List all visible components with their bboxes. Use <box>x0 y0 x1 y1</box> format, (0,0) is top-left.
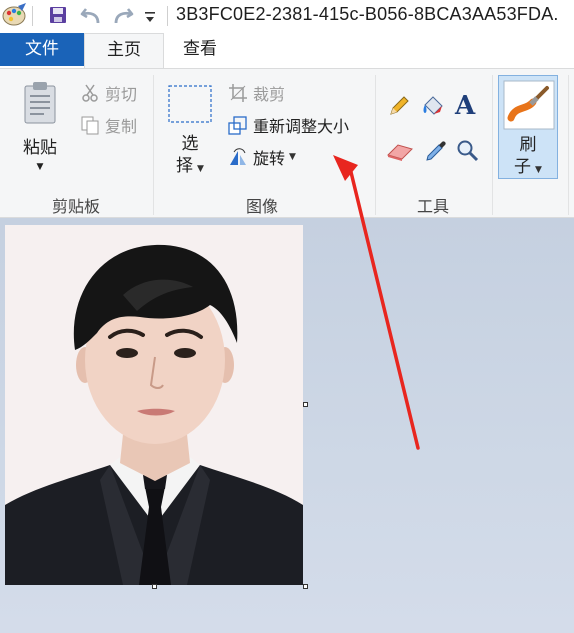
select-label-line1: 选 <box>181 134 199 154</box>
color-picker-icon[interactable] <box>424 139 448 167</box>
ribbon-tab-bar: 文件 主页 查看 <box>0 32 574 68</box>
customize-quick-access-icon[interactable] <box>144 9 156 28</box>
copy-button[interactable]: 复制 <box>80 113 137 137</box>
copy-icon <box>80 115 100 135</box>
brushes-dropdown-icon[interactable]: ▼ <box>535 165 542 175</box>
resize-handle-right[interactable] <box>303 402 308 407</box>
image-group-label: 图像 <box>245 197 278 216</box>
quick-access-separator <box>32 6 33 26</box>
title-bar: 3B3FC0E2-2381-415c-B056-8BCA3AA53FDA. <box>0 0 574 32</box>
tab-file[interactable]: 文件 <box>0 33 84 66</box>
eraser-icon[interactable] <box>386 141 414 167</box>
paste-dropdown-icon[interactable]: ▼ <box>18 162 62 172</box>
select-dropdown-icon[interactable]: ▼ <box>197 164 204 174</box>
tools-group-label: 工具 <box>416 197 449 216</box>
cut-label: 剪切 <box>105 85 138 104</box>
brushes-label-line2: 子 <box>514 157 532 177</box>
pencil-icon[interactable] <box>388 95 410 121</box>
rotate-icon <box>228 147 248 167</box>
clipboard-group-label: 剪贴板 <box>51 197 100 216</box>
redo-icon[interactable] <box>112 5 134 31</box>
tab-view[interactable]: 查看 <box>170 33 230 68</box>
brushes-button[interactable]: 刷 子 ▼ <box>498 75 558 179</box>
scissors-icon <box>80 83 100 103</box>
copy-label: 复制 <box>105 117 138 136</box>
paint-app-icon[interactable] <box>2 2 28 32</box>
brushes-label-line1: 刷 <box>519 135 537 155</box>
portrait-image[interactable] <box>5 225 303 585</box>
magnifier-icon[interactable] <box>456 139 480 167</box>
resize-handle-corner[interactable] <box>303 584 308 589</box>
select-button[interactable]: 选 择 ▼ <box>168 133 212 180</box>
cut-button[interactable]: 剪切 <box>80 81 137 105</box>
crop-icon <box>228 83 248 103</box>
crop-button[interactable]: 裁剪 <box>228 81 285 105</box>
resize-handle-bottom[interactable] <box>152 584 157 589</box>
tab-home[interactable]: 主页 <box>84 33 164 68</box>
select-rectangle-icon[interactable] <box>168 85 212 127</box>
group-separator <box>568 75 569 215</box>
crop-label: 裁剪 <box>253 85 286 104</box>
group-separator <box>153 75 154 215</box>
window-title: 3B3FC0E2-2381-415c-B056-8BCA3AA53FDA. <box>176 4 559 24</box>
fill-bucket-icon[interactable] <box>420 93 446 123</box>
text-icon[interactable]: A <box>455 91 475 121</box>
paste-button[interactable]: 粘贴 ▼ <box>18 133 62 172</box>
rotate-label: 旋转 <box>253 149 286 168</box>
ribbon-home: 粘贴 ▼ 剪切 复制 剪贴板 选 择 ▼ 裁剪 重新调整大小 旋转 ▼ 图像 A… <box>0 68 574 218</box>
rotate-button[interactable]: 旋转 ▼ <box>228 145 296 169</box>
resize-button[interactable]: 重新调整大小 <box>228 113 349 137</box>
undo-icon[interactable] <box>80 5 102 31</box>
resize-icon <box>228 115 248 135</box>
brush-icon <box>503 80 555 134</box>
save-icon[interactable] <box>48 5 68 29</box>
group-separator <box>492 75 493 215</box>
title-separator <box>167 6 168 26</box>
rotate-dropdown-icon[interactable]: ▼ <box>289 152 296 162</box>
select-label-line2: 择 <box>176 156 194 176</box>
resize-label: 重新调整大小 <box>253 117 350 136</box>
group-separator <box>375 75 376 215</box>
paste-label: 粘贴 <box>23 138 57 158</box>
clipboard-paste-icon[interactable] <box>22 81 58 129</box>
canvas-workspace[interactable] <box>0 218 574 633</box>
